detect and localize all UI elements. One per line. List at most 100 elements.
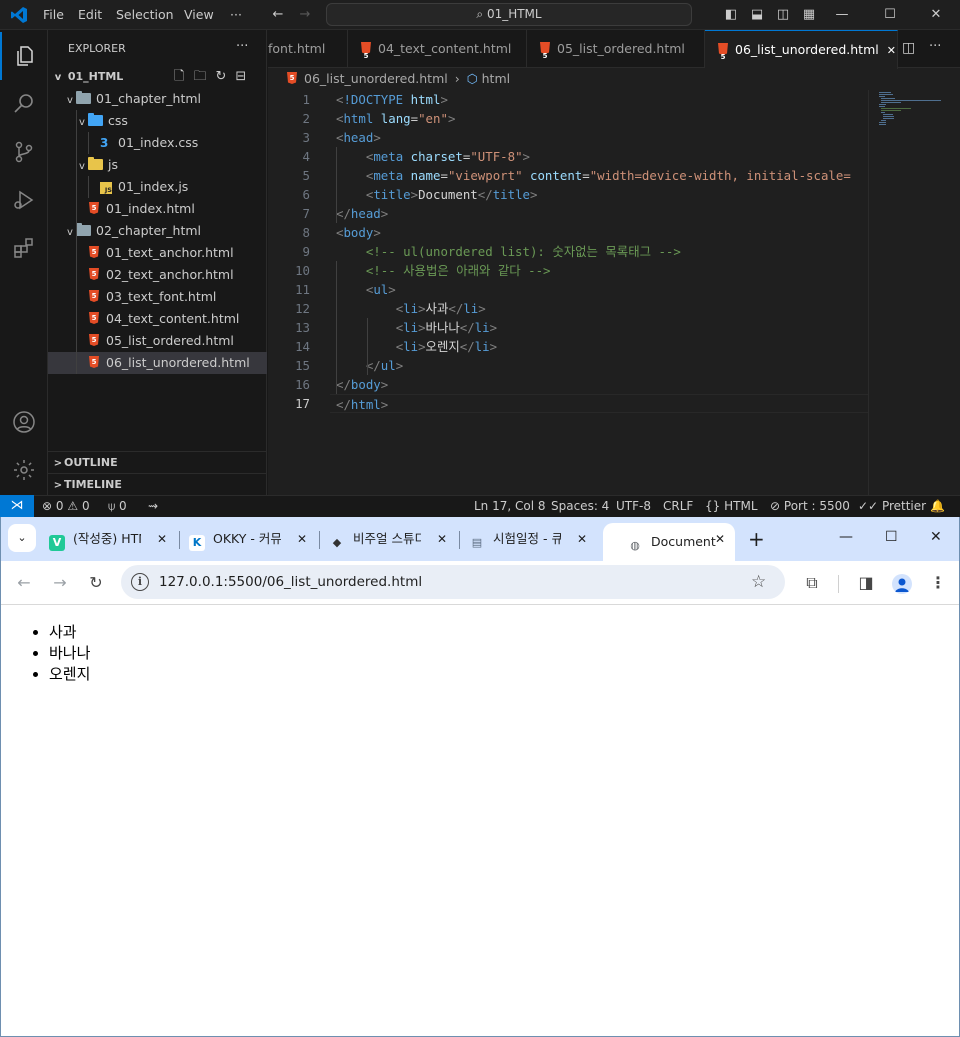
ports-status[interactable]: ⍦ 0	[108, 496, 127, 517]
minimize-icon[interactable]: —	[830, 0, 854, 30]
tree-item[interactable]: 02_text_anchor.html	[48, 263, 267, 286]
customize-layout-icon[interactable]: ▦	[797, 0, 821, 30]
tab-search-chevron-down-icon[interactable]: ⌄	[8, 524, 36, 552]
tree-item[interactable]: v 02_chapter_html	[48, 220, 267, 242]
tab-06-list-unordered[interactable]: 06_list_unordered.html ✕	[705, 30, 898, 69]
close-tab-icon[interactable]: ✕	[715, 523, 725, 555]
minimap[interactable]	[868, 90, 960, 495]
breadcrumb-file[interactable]: 06_list_unordered.html	[304, 71, 448, 86]
live-share-icon[interactable]: ⇝	[148, 496, 158, 517]
run-debug-icon[interactable]	[0, 176, 48, 224]
reload-icon[interactable]: ↻	[82, 569, 110, 597]
code-line[interactable]: </head>	[336, 204, 388, 223]
tree-item[interactable]: v 01_chapter_html	[48, 88, 267, 110]
back-arrow-icon[interactable]: ←	[266, 0, 290, 30]
code-line[interactable]: <ul>	[336, 280, 396, 299]
notifications-bell-icon[interactable]: 🔔	[930, 496, 945, 517]
live-server-port[interactable]: ⊘ Port : 5500	[770, 496, 850, 517]
tab-04-text-content[interactable]: 04_text_content.html	[348, 30, 527, 68]
code-line[interactable]: <head>	[336, 128, 381, 147]
split-editor-icon[interactable]: ◫	[902, 40, 915, 56]
maximize-icon[interactable]: ☐	[878, 0, 902, 30]
code-line[interactable]: <!-- 사용법은 아래와 같다 -->	[336, 261, 551, 280]
maximize-icon[interactable]: ☐	[885, 529, 898, 545]
close-tab-icon[interactable]: ✕	[577, 523, 587, 555]
side-panel-icon[interactable]: ◨	[852, 569, 880, 597]
code-line[interactable]: <!DOCTYPE html>	[336, 90, 448, 109]
command-center[interactable]: ⌕ 01_HTML	[326, 3, 692, 26]
tree-item[interactable]: JS 01_index.js	[48, 176, 267, 198]
tree-item[interactable]: v js	[48, 154, 267, 176]
browser-tab[interactable]: ◍ Document ✕	[603, 523, 735, 561]
code-line[interactable]: <meta name="viewport" content="width=dev…	[336, 166, 851, 185]
manage-gear-icon[interactable]	[0, 446, 48, 494]
forward-arrow-icon[interactable]: →	[46, 569, 74, 597]
language-mode[interactable]: {} HTML	[705, 496, 758, 517]
explorer-actions[interactable]: 🗋🗀↻⊟	[174, 66, 255, 88]
code-line[interactable]: </html>	[330, 394, 868, 413]
browser-tab[interactable]: ◆ 비주얼 스튜디 ✕	[321, 523, 457, 555]
tree-item[interactable]: 01_text_anchor.html	[48, 241, 267, 264]
new-tab-button[interactable]: +	[748, 527, 765, 551]
code-line[interactable]: <html lang="en">	[336, 109, 455, 128]
tab-05-list-ordered[interactable]: 05_list_ordered.html	[527, 30, 705, 68]
search-icon[interactable]	[0, 80, 48, 128]
close-window-icon[interactable]: ✕	[924, 0, 948, 30]
profile-avatar[interactable]	[892, 574, 912, 594]
cursor-position[interactable]: Ln 17, Col 8	[474, 496, 546, 517]
back-arrow-icon[interactable]: ←	[10, 569, 38, 597]
tree-item[interactable]: v css	[48, 110, 267, 132]
source-control-icon[interactable]	[0, 128, 48, 176]
tree-item[interactable]: 03_text_font.html	[48, 285, 267, 308]
tree-item[interactable]: 04_text_content.html	[48, 307, 267, 330]
tab-font[interactable]: font.html	[256, 30, 348, 68]
code-line[interactable]: <li>오렌지</li>	[336, 337, 497, 356]
close-tab-icon[interactable]: ✕	[297, 523, 307, 555]
browser-tab[interactable]: ▤ 시험일정 - 큐 ✕	[461, 523, 597, 555]
address-bar[interactable]: i 127.0.0.1:5500/06_list_unordered.html …	[121, 565, 785, 599]
close-window-icon[interactable]: ✕	[930, 529, 942, 545]
tree-item[interactable]: 3 01_index.css	[48, 132, 267, 154]
close-tab-icon[interactable]: ✕	[157, 523, 167, 555]
code-line[interactable]: </ul>	[336, 356, 403, 375]
workspace-root[interactable]: v 01_HTML 🗋🗀↻⊟	[48, 66, 267, 88]
url-text[interactable]: 127.0.0.1:5500/06_list_unordered.html	[159, 565, 422, 599]
encoding-status[interactable]: UTF-8	[616, 496, 651, 517]
prettier-status[interactable]: ✓✓ Prettier	[858, 496, 926, 517]
remote-icon[interactable]: ⋊	[0, 495, 34, 517]
breadcrumb-symbol[interactable]: html	[482, 71, 510, 86]
minimize-icon[interactable]: —	[839, 529, 853, 545]
code-line[interactable]: <title>Document</title>	[336, 185, 538, 204]
menu-view[interactable]: View	[184, 0, 214, 30]
timeline-section[interactable]: > TIMELINE	[48, 473, 267, 495]
extensions-puzzle-icon[interactable]: ⧉	[798, 569, 826, 597]
menu-selection[interactable]: Selection	[116, 0, 174, 30]
explorer-icon[interactable]	[0, 32, 48, 80]
menu-file[interactable]: File	[43, 0, 64, 30]
extensions-icon[interactable]	[0, 224, 48, 272]
accounts-icon[interactable]	[0, 398, 48, 446]
outline-section[interactable]: > OUTLINE	[48, 451, 267, 473]
eol-status[interactable]: CRLF	[663, 496, 693, 517]
code-line[interactable]: <meta charset="UTF-8">	[336, 147, 530, 166]
explorer-more-icon[interactable]: ···	[236, 39, 248, 54]
menu-more[interactable]: ···	[230, 0, 242, 30]
code-line[interactable]: </body>	[336, 375, 388, 394]
site-info-icon[interactable]: i	[131, 573, 149, 591]
problems-status[interactable]: ⊗ 0 ⚠ 0	[42, 496, 90, 517]
browser-tab[interactable]: V (작성중) HTML ✕	[41, 523, 177, 555]
code-line[interactable]: <!-- ul(unordered list): 숫자없는 목록태그 -->	[336, 242, 681, 261]
toggle-sidebar-icon[interactable]: ◧	[719, 0, 743, 30]
toggle-panel-icon[interactable]: ⬓	[745, 0, 769, 30]
browser-tab[interactable]: K OKKY - 커뮤니 ✕	[181, 523, 317, 555]
editor-more-icon[interactable]: ···	[929, 39, 941, 54]
bookmark-star-icon[interactable]: ☆	[751, 565, 766, 599]
indentation-status[interactable]: Spaces: 4	[551, 496, 609, 517]
code-line[interactable]: <li>사과</li>	[336, 299, 486, 318]
menu-edit[interactable]: Edit	[78, 0, 102, 30]
tree-item[interactable]: 05_list_ordered.html	[48, 329, 267, 352]
tree-item[interactable]: 06_list_unordered.html	[48, 351, 267, 374]
toggle-secondary-sidebar-icon[interactable]: ◫	[771, 0, 795, 30]
code-editor[interactable]: 1 <!DOCTYPE html> 2 <html lang="en"> 3 <head>…	[268, 90, 868, 495]
forward-arrow-icon[interactable]: →	[293, 0, 317, 30]
